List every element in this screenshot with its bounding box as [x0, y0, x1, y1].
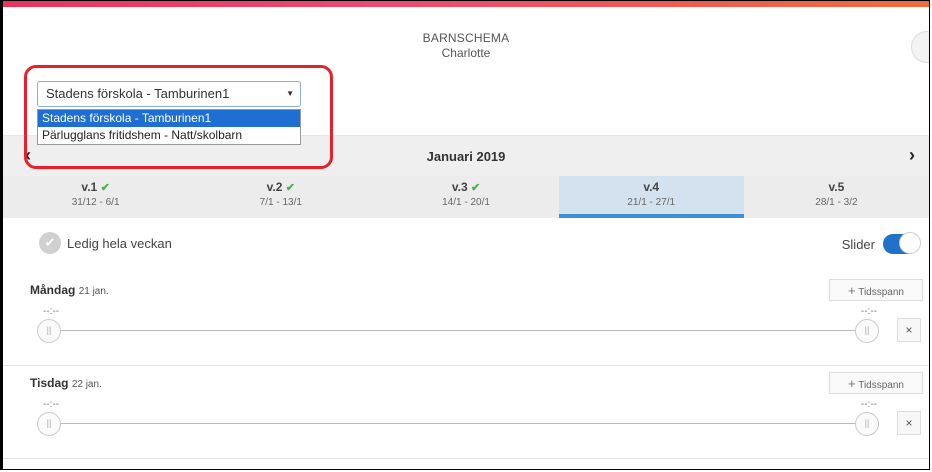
check-icon: ✔: [470, 182, 481, 194]
week-range: 7/1 - 13/1: [259, 197, 302, 208]
week-label: v.4: [643, 180, 660, 194]
week-label: v.2: [266, 180, 283, 194]
end-time: --:--: [860, 399, 877, 410]
week-tab-active[interactable]: v.4 21/1 - 27/1: [558, 176, 744, 218]
week-tab[interactable]: v.3 ✔ 14/1 - 20/1: [373, 176, 558, 218]
week-label: v.1: [81, 180, 98, 194]
add-timespan-label: Tidsspann: [858, 287, 904, 298]
slider-switch[interactable]: [883, 232, 921, 254]
check-icon: ✔: [285, 182, 295, 194]
page-title: BARNSCHEMA: [422, 31, 510, 45]
switch-knob: [899, 232, 921, 254]
start-time: --:--: [43, 306, 60, 317]
end-handle[interactable]: ||: [855, 319, 879, 343]
add-timespan-label: Tidsspann: [858, 380, 904, 391]
active-week-indicator: [558, 214, 744, 218]
header: BARNSCHEMA Charlotte: [3, 7, 929, 69]
week-range: 14/1 - 20/1: [442, 197, 490, 208]
week-range: 28/1 - 3/2: [815, 197, 858, 208]
plus-icon: +: [848, 376, 856, 391]
week-label: v.3: [451, 180, 468, 194]
time-slider-track: [55, 423, 867, 424]
week-range: 21/1 - 27/1: [627, 197, 676, 208]
next-month-button[interactable]: ›: [909, 145, 915, 166]
time-slider-track: [55, 330, 867, 331]
week-range: 31/12 - 6/1: [71, 197, 120, 208]
week-tabs: v.1 ✔ 31/12 - 6/1 v.2 ✔ 7/1 - 13/1 v.3 ✔…: [3, 176, 929, 218]
day-name: Måndag: [30, 283, 76, 297]
check-circle-icon: ✔: [39, 232, 61, 254]
add-timespan-button[interactable]: + Tidsspann: [829, 372, 923, 394]
check-icon: ✔: [100, 182, 110, 194]
start-time: --:--: [43, 399, 60, 410]
week-tab[interactable]: v.2 ✔ 7/1 - 13/1: [188, 176, 373, 218]
week-tab[interactable]: v.1 ✔ 31/12 - 6/1: [3, 176, 188, 218]
slider-label: Slider: [841, 236, 875, 252]
day-date: 22 jan.: [71, 379, 102, 390]
end-time: --:--: [860, 306, 877, 317]
day-date: 21 jan.: [78, 286, 109, 297]
end-handle[interactable]: ||: [855, 412, 879, 436]
app-frame: BARNSCHEMA Charlotte Stadens förskola - …: [0, 0, 930, 470]
week-tab[interactable]: v.5 28/1 - 3/2: [744, 176, 929, 218]
slider-mode: Slider: [841, 232, 921, 254]
free-week-label: Ledig hela veckan: [67, 235, 172, 251]
day-row-tuesday: Tisdag 22 jan. + Tidsspann --:-- --:-- |…: [3, 366, 929, 459]
day-name: Tisdag: [30, 376, 69, 390]
start-handle[interactable]: ||: [37, 412, 61, 436]
child-name: Charlotte: [441, 46, 491, 60]
free-week-toggle[interactable]: ✔ Ledig hela veckan: [39, 232, 172, 254]
annotation-highlight: [24, 65, 333, 169]
clear-day-button[interactable]: ×: [897, 318, 921, 342]
week-label: v.5: [828, 180, 845, 194]
start-handle[interactable]: ||: [37, 319, 61, 343]
clear-day-button[interactable]: ×: [897, 411, 921, 435]
plus-icon: +: [848, 283, 856, 298]
day-row-monday: Måndag 21 jan. + Tidsspann --:-- --:-- |…: [3, 273, 929, 366]
add-timespan-button[interactable]: + Tidsspann: [829, 279, 923, 301]
